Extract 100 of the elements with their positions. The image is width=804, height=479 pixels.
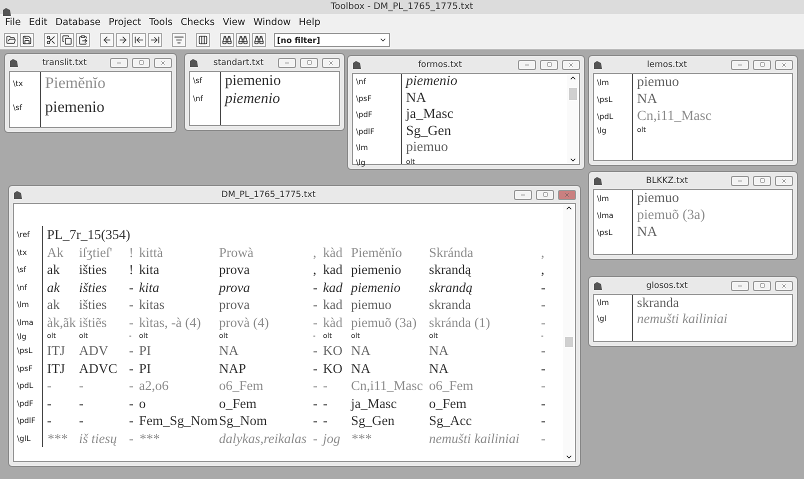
gloss-cell-text: skranda [428,296,472,314]
columns-button[interactable] [196,33,210,47]
menu-item[interactable]: File [2,17,26,28]
minimize-button[interactable] [514,190,532,200]
maximize-button[interactable] [540,60,558,70]
minimize-button[interactable] [278,58,296,68]
close-button[interactable] [558,190,576,200]
first-record-button[interactable] [132,33,146,47]
gloss-cell-text: ! [128,244,134,261]
gloss-cell-text: , [312,261,318,278]
maximize-button[interactable] [132,58,150,68]
minimize-button[interactable] [731,176,749,186]
scroll-down-icon[interactable] [569,156,577,164]
gloss-cell-text: ak [46,296,61,314]
field-value: piemenio [223,90,280,108]
close-button[interactable] [154,58,172,68]
binoculars-button[interactable] [220,33,234,47]
close-icon [781,178,787,184]
minimize-icon [520,192,526,198]
gloss-cell-text: kad [322,278,344,296]
scroll-thumb[interactable] [569,88,577,100]
scroll-up-icon[interactable] [565,204,573,212]
menu-item[interactable]: Help [296,17,326,28]
gloss-cell-text: jog [320,430,342,447]
close-button[interactable] [562,60,580,70]
gloss-cell-text: àk,ãk [46,314,75,331]
scroll-thumb[interactable] [565,337,573,347]
close-button[interactable] [322,58,340,68]
gloss-cell-text: NA [428,360,450,377]
menu-item[interactable]: Database [52,17,106,28]
gloss-cell-text: - [128,342,134,360]
maximize-button[interactable] [753,280,771,290]
binoculars-icon [238,35,248,45]
gloss-cell-text: piemuo [350,296,392,314]
gloss-cell-text: - [128,412,134,430]
minimize-button[interactable] [731,280,749,290]
scroll-down-icon[interactable] [565,453,573,461]
menu-item[interactable]: Project [106,17,146,28]
save-icon [22,35,32,45]
close-button[interactable] [775,176,793,186]
last-record-button[interactable] [148,33,162,47]
window-title: glosos.txt [645,280,689,290]
field-value: nemušti kailiniai [636,311,728,327]
maximize-icon [760,178,764,183]
maximize-button[interactable] [300,58,318,68]
gloss-cell-text: ak [46,261,61,278]
filter-dropdown[interactable]: [no filter] [274,33,390,47]
gloss-cell-text: - [312,377,318,394]
close-button[interactable] [775,60,793,70]
maximize-button[interactable] [753,176,771,186]
gloss-cell-text: Fem_Sg_Nom [138,412,215,430]
menu-item[interactable]: Window [250,17,296,28]
window-title: lemos.txt [646,60,688,70]
app-icon [352,60,362,70]
gloss-cell-text: kad [322,261,344,278]
gloss-cell-text: , [540,244,546,261]
gloss-cell-text: Sg_Gen [350,412,396,430]
close-icon [564,192,570,198]
field-value: skranda [636,295,679,311]
app-icon [593,60,603,70]
minimize-icon [737,62,743,68]
minimize-icon [284,60,290,66]
gloss-cell-text: - [540,296,546,314]
field-value: ja_Masc [404,107,454,124]
minimize-button[interactable] [110,58,128,68]
binoculars-button[interactable] [236,33,250,47]
copy-button[interactable] [60,33,74,47]
gloss-cell-text: ITJ [46,360,66,377]
minimize-button[interactable] [731,60,749,70]
minimize-button[interactable] [518,60,536,70]
menu-item[interactable]: View [220,17,250,28]
left-arrow-button[interactable] [100,33,114,47]
scrollbar[interactable] [563,204,575,461]
menu-item[interactable]: Tools [146,17,178,28]
scroll-up-icon[interactable] [569,74,577,82]
field-value: NA [636,224,658,241]
gloss-cell-text: kita [138,278,160,296]
gloss-cell-text: PL_7r_15(354) [46,226,132,244]
save-button[interactable] [20,33,34,47]
close-button[interactable] [775,280,793,290]
gloss-cell-text: dalykas,reikalas [218,430,308,447]
field-value: NA [636,91,658,108]
maximize-button[interactable] [536,190,554,200]
menu-item[interactable]: Edit [26,17,52,28]
right-arrow-icon [118,35,128,45]
gloss-cell-text: - [540,278,546,296]
binoculars-button[interactable] [252,33,266,47]
open-button[interactable] [4,33,18,47]
field-value: piemuõ (3a) [636,207,706,224]
gloss-cell-text: - [312,314,318,331]
field-value: NA [405,90,426,107]
maximize-button[interactable] [753,60,771,70]
menu-item[interactable]: Checks [178,17,220,28]
right-arrow-button[interactable] [116,33,130,47]
gloss-cell-text: a2,o6 [138,377,170,394]
filter-button[interactable] [172,33,186,47]
cut-button[interactable] [44,33,58,47]
paste-button[interactable] [76,33,90,47]
gloss-cell-text: prova [218,296,251,314]
scrollbar[interactable] [567,74,579,164]
